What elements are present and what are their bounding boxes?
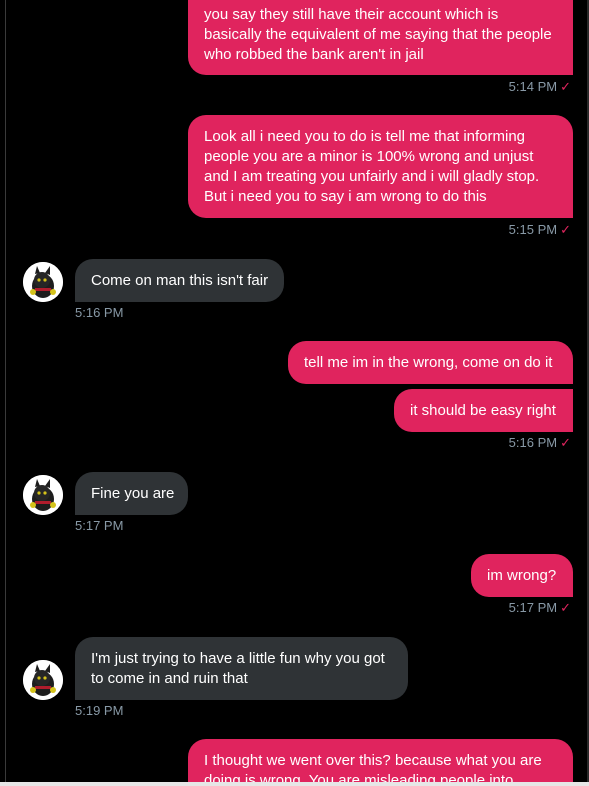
message-text: Look all i need you to do is tell me tha…: [204, 128, 540, 205]
message-text: im wrong?: [487, 567, 557, 584]
message-text: it should be easy right: [410, 402, 556, 419]
read-check-icon: ✓: [560, 79, 571, 94]
avatar-character-icon: [23, 262, 63, 302]
message-text: you say they still have their account wh…: [204, 6, 552, 63]
contact-avatar[interactable]: [23, 660, 63, 700]
message-timestamp: 5:17 PM: [75, 518, 124, 533]
outgoing-message-bubble[interactable]: I thought we went over this? because wha…: [188, 739, 573, 782]
message-text: Fine you are: [91, 485, 175, 502]
message-thread[interactable]: you say they still have their account wh…: [6, 0, 587, 782]
outgoing-message-bubble[interactable]: you say they still have their account wh…: [188, 0, 573, 75]
incoming-message-bubble[interactable]: Fine you are: [75, 472, 188, 515]
message-text: Come on man this isn't fair: [91, 272, 269, 289]
message-text: tell me im in the wrong, come on do it: [304, 354, 553, 371]
outgoing-message-bubble[interactable]: tell me im in the wrong, come on do it: [288, 341, 573, 384]
contact-avatar[interactable]: [23, 475, 63, 515]
incoming-message-bubble[interactable]: I'm just trying to have a little fun why…: [75, 637, 408, 700]
message-timestamp: 5:19 PM: [75, 703, 124, 718]
read-check-icon: ✓: [560, 435, 571, 450]
read-check-icon: ✓: [560, 600, 571, 615]
message-timestamp: 5:15 PM ✓: [508, 222, 571, 237]
contact-avatar[interactable]: [23, 262, 63, 302]
message-text: I'm just trying to have a little fun why…: [91, 650, 385, 687]
outgoing-message-bubble[interactable]: im wrong?: [471, 554, 573, 597]
message-timestamp: 5:14 PM ✓: [508, 79, 571, 94]
avatar-character-icon: [23, 475, 63, 515]
outgoing-message-bubble[interactable]: it should be easy right: [394, 389, 573, 432]
outgoing-message-bubble[interactable]: Look all i need you to do is tell me tha…: [188, 115, 573, 218]
window-bottom-border: [0, 782, 589, 786]
incoming-message-bubble[interactable]: Come on man this isn't fair: [75, 259, 284, 302]
avatar-character-icon: [23, 660, 63, 700]
message-text: I thought we went over this? because wha…: [204, 752, 542, 782]
read-check-icon: ✓: [560, 222, 571, 237]
message-timestamp: 5:16 PM ✓: [508, 435, 571, 450]
message-timestamp: 5:17 PM ✓: [508, 600, 571, 615]
message-timestamp: 5:16 PM: [75, 305, 124, 320]
